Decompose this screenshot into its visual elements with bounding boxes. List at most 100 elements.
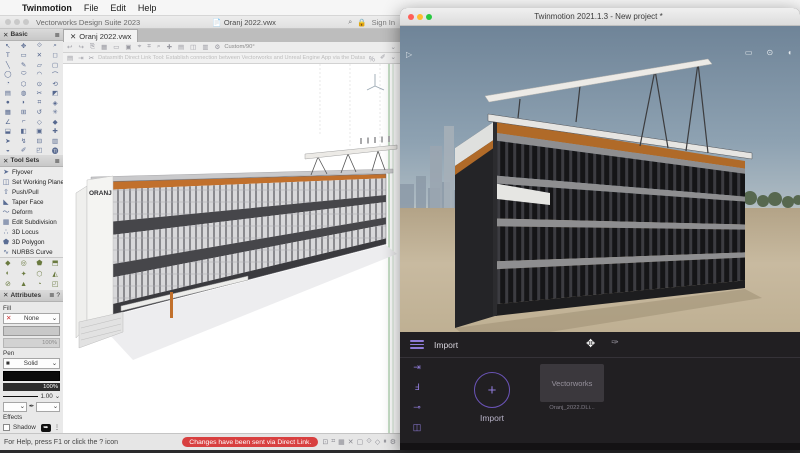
toolbar-icon[interactable]: ↪ [78,43,83,51]
toolset-category-icon[interactable]: ⬡ [32,269,48,280]
toolbar-icon[interactable]: ↩ [67,43,72,51]
basic-tool-icon[interactable]: ✳ [47,108,63,118]
basic-tool-icon[interactable]: ◠ [32,70,48,80]
basic-tool-icon[interactable]: ▭ [16,51,32,61]
basic-tool-icon[interactable]: ⟲ [47,79,63,89]
basic-tool-icon[interactable]: ⬡ [16,79,32,89]
angle-snap-dropdown[interactable]: Custom/90° [224,44,254,50]
pen-opacity-slider[interactable]: 100% [3,383,60,391]
basic-tool-icon[interactable]: ⬓ [0,127,16,137]
basic-tool-icon[interactable]: ▱ [32,60,48,70]
status-bar-icon[interactable]: ⏸ [383,438,387,446]
toolset-category-icon[interactable]: ◎ [16,258,32,269]
basic-palette-header[interactable]: ✕ Basic ≣ [0,29,63,41]
toolset-item-taper-face[interactable]: ◣Taper Face [0,197,63,207]
zoom-button[interactable] [23,19,29,25]
basic-tool-icon[interactable]: ▦ [0,108,16,118]
basic-tool-icon[interactable]: ◧ [16,127,32,137]
basic-tool-icon[interactable]: ◍ [16,89,32,99]
basic-tool-icon[interactable]: ◯ [0,70,16,80]
basic-tool-icon[interactable]: ✕ [32,51,48,61]
basic-tool-icon[interactable]: ◩ [47,89,63,99]
document-tab[interactable]: ✕ Oranj 2022.vwx [63,29,138,42]
mode-right-icon[interactable]: ⌄ [391,53,396,63]
fill-color-swatch[interactable] [3,326,60,336]
toolset-item-nurbs-curve[interactable]: ∿NURBS Curve [0,247,63,257]
status-bar-icon[interactable]: ✕ [348,438,354,446]
pen-color-swatch[interactable] [3,371,60,381]
toolset-item-3d-polygon[interactable]: ⬟3D Polygon [0,237,63,247]
status-bar-icon[interactable]: ▦ [338,438,345,446]
toolbar-icon[interactable]: ✚ [167,43,172,51]
imported-asset-card[interactable]: Vectorworks Oranj_2022.DLi... [540,364,604,411]
effects-button[interactable]: ➥ [41,424,51,432]
tm-titlebar[interactable]: Twinmotion 2021.1.3 - New project * [400,8,800,26]
toolset-category-icon[interactable]: ⬒ [47,258,63,269]
toolbar-overflow-chevron[interactable]: ⌄ [391,43,396,51]
toolset-item-set-working-plane[interactable]: ◫Set Working Plane [0,177,63,187]
toolbar-icon[interactable]: ⚙ [214,43,220,51]
palette-menu-icon[interactable]: ≣ ? [49,291,60,299]
toolbar-icon[interactable]: ▭ [113,43,119,51]
toolsets-palette-header[interactable]: ✕ Tool Sets ≣ [0,155,63,167]
basic-tool-icon[interactable]: ↺ [32,108,48,118]
basic-tool-icon[interactable]: ⊟ [32,136,48,146]
basic-tool-icon[interactable]: ✐ [16,146,32,156]
basic-tool-icon[interactable]: ⊙ [32,79,48,89]
basic-tool-icon[interactable]: ◔ [0,79,16,89]
mode-right-icon[interactable]: ✐ [380,53,385,63]
mode-icon[interactable]: ▤ [67,54,73,62]
toolset-category-icon[interactable]: ⬟ [32,258,48,269]
picker-icon[interactable]: ✑ [611,337,619,350]
basic-tool-icon[interactable]: T [0,51,16,61]
viewport-icon[interactable]: ▭ [745,48,753,57]
basic-tool-icon[interactable]: ⊞ [16,108,32,118]
toolbar-icon[interactable]: ▦ [101,43,107,51]
basic-tool-icon[interactable]: ◒ [0,146,16,156]
minimize-button[interactable] [417,14,423,20]
basic-tool-icon[interactable]: ✚ [47,127,63,137]
close-button[interactable] [5,19,11,25]
tab-close-icon[interactable]: ✕ [70,32,76,41]
basic-tool-icon[interactable]: ⟐ [32,41,48,51]
status-bar-icon[interactable]: ⟐ [366,438,372,446]
attributes-palette-header[interactable]: ✕ Attributes ≣ ? [0,290,63,302]
vw-titlebar[interactable]: Vectorworks Design Suite 2023 📄 Oranj 20… [0,16,400,29]
basic-tool-icon[interactable]: ◆ [47,117,63,127]
mode-icon[interactable]: ✂ [89,54,94,62]
menu-help[interactable]: Help [138,3,157,13]
basic-tool-icon[interactable]: ◰ [32,146,48,156]
toolset-category-icon[interactable]: ▲ [16,279,32,290]
basic-tool-icon[interactable]: ∠ [0,117,16,127]
minimize-button[interactable] [14,19,20,25]
basic-tool-icon[interactable]: ▣ [32,127,48,137]
mode-right-icon[interactable]: ％ [369,53,376,63]
line-weight-row[interactable]: 1.00 ⌄ [3,393,60,400]
basic-tool-icon[interactable]: ⌗ [32,98,48,108]
palette-menu-icon[interactable]: ≣ [55,157,60,165]
toolset-item-flyover[interactable]: ➤Flyover [0,167,63,177]
toolset-category-icon[interactable]: ⊘ [0,279,16,290]
toolset-item-deform[interactable]: 〜Deform [0,207,63,217]
import-plus-icon[interactable]: + [474,372,510,408]
pen-style-dropdown[interactable]: ■ Solid ⌄ [3,358,60,369]
basic-tool-icon[interactable]: ◻ [47,51,63,61]
basic-tool-icon[interactable]: ◗ [16,98,32,108]
basic-tool-icon[interactable]: ◇ [32,117,48,127]
toolset-item-edit-subdivision[interactable]: ▦Edit Subdivision [0,217,63,227]
toolset-category-icon[interactable]: ✦ [16,269,32,280]
toolbar-icon[interactable]: ▥ [202,43,208,51]
close-button[interactable] [408,14,414,20]
basic-tool-icon[interactable]: ╲ [0,60,16,70]
basic-tool-icon[interactable]: ◈ [47,98,63,108]
basic-tool-icon[interactable]: ⌒ [47,70,63,80]
dock-rail-icon[interactable]: ◫ [413,422,422,433]
move-gizmo-icon[interactable]: ✥ [586,337,595,350]
play-icon[interactable]: ▷ [406,50,412,59]
toolset-category-icon[interactable]: ◔ [32,279,48,290]
vw-drawing-viewport[interactable]: ORANJ [63,64,400,433]
palette-menu-icon[interactable]: ≣ [55,31,60,39]
shadow-checkbox[interactable] [3,424,10,431]
search-icon[interactable]: ⌕ [348,17,352,27]
dock-rail-icon[interactable]: ⊸ [413,402,421,413]
